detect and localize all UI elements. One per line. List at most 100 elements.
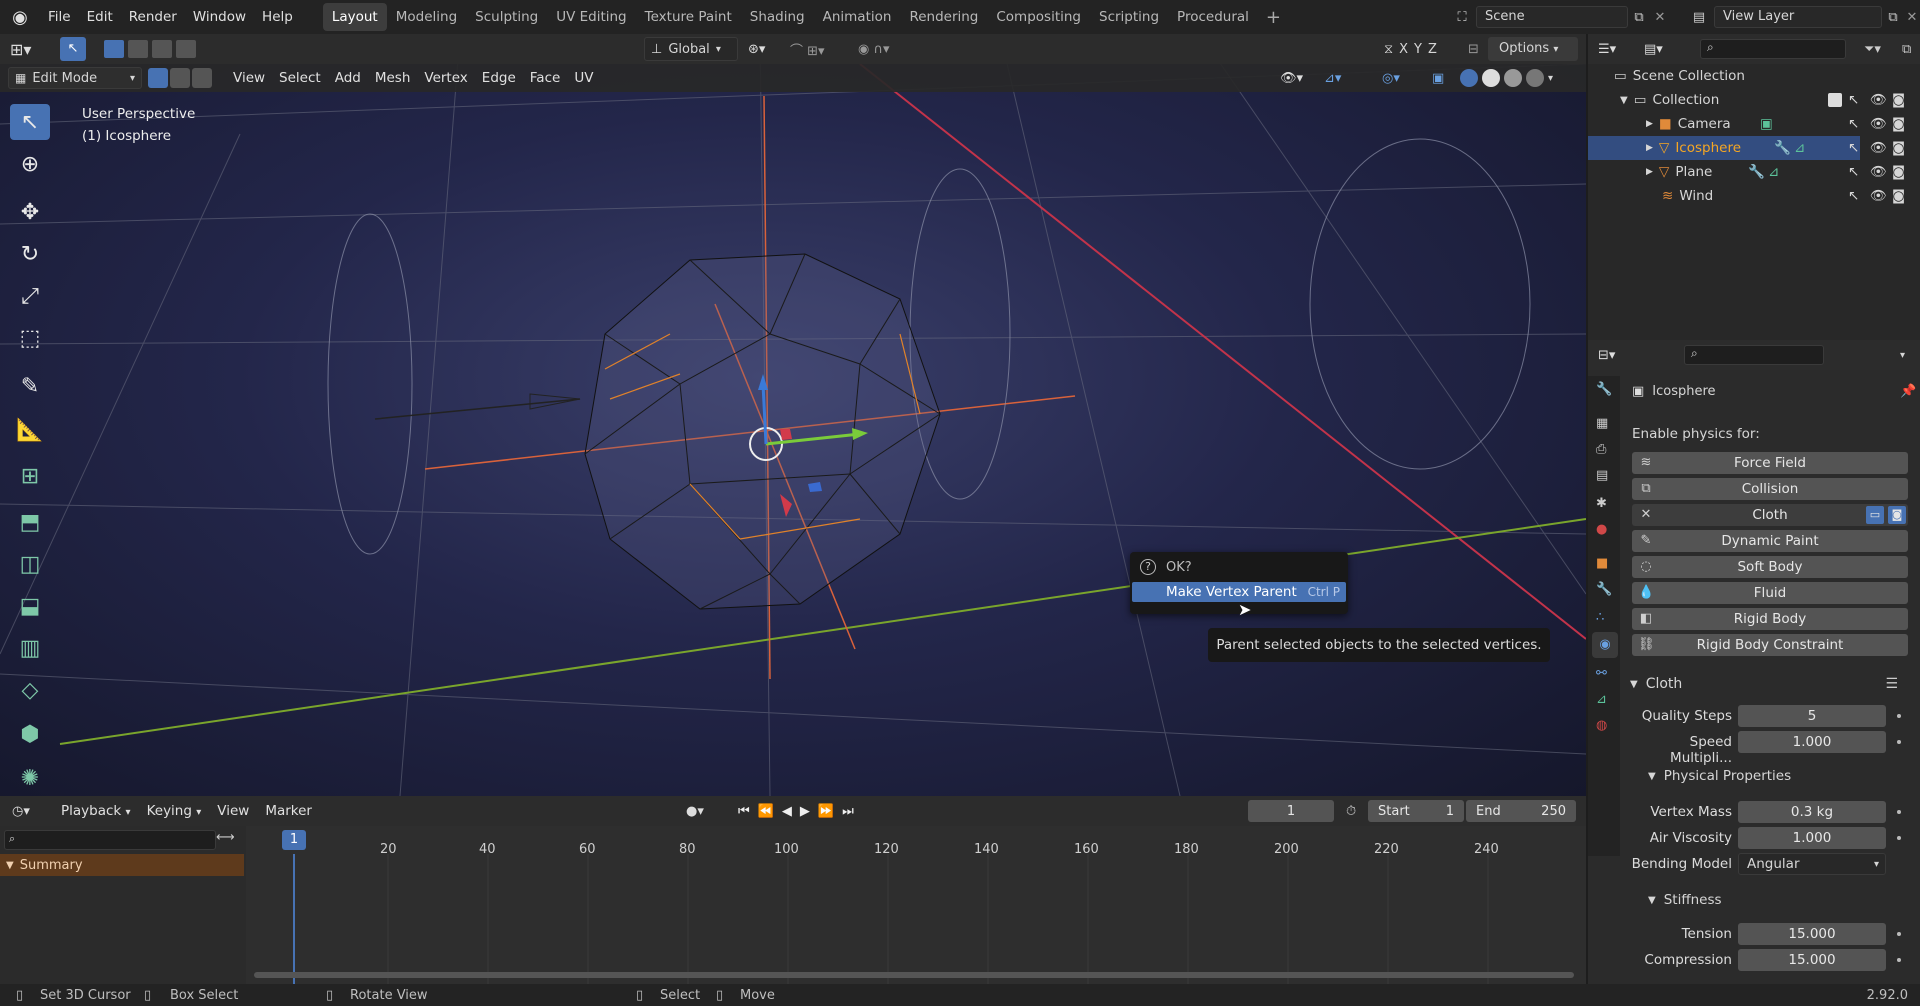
tab-compositing[interactable]: Compositing: [987, 3, 1090, 31]
physical-properties-header[interactable]: ▼ Physical Properties: [1648, 768, 1791, 784]
fluid-button[interactable]: 💧 Fluid: [1632, 582, 1908, 604]
jump-end-icon[interactable]: ⏭: [842, 804, 854, 819]
tab-modeling[interactable]: Modeling: [387, 3, 466, 31]
view-layer-tab-icon[interactable]: ▤: [1596, 468, 1608, 483]
selectable-icon[interactable]: ↖: [1848, 164, 1859, 180]
mode-dropdown[interactable]: ▦ Edit Mode ▾: [8, 67, 142, 89]
outliner-item-wind[interactable]: ≋ Wind ↖ 👁 ◙: [1588, 184, 1905, 208]
menu-timeline-view[interactable]: View: [210, 800, 256, 822]
edge-select-icon[interactable]: [170, 68, 190, 88]
selectable-icon[interactable]: ↖: [1848, 116, 1859, 132]
vertex-mass-field[interactable]: 0.3 kg: [1738, 801, 1886, 823]
play-reverse-icon[interactable]: ◀: [782, 804, 792, 819]
select-tool-icon[interactable]: ↖: [60, 37, 86, 61]
eye-icon[interactable]: 👁: [1870, 188, 1887, 204]
visibility-icon[interactable]: 👁▾: [1280, 71, 1303, 86]
menu-marker[interactable]: Marker: [258, 800, 319, 822]
orientation-dropdown[interactable]: ⊥ Global ▾: [644, 37, 738, 61]
scene-tab-icon[interactable]: ✱: [1596, 496, 1607, 511]
menu-mesh[interactable]: Mesh: [368, 67, 418, 89]
delete-view-layer-icon[interactable]: ✕: [1904, 10, 1920, 25]
data-tab-icon[interactable]: ⊿: [1596, 692, 1607, 707]
dynamic-paint-button[interactable]: ✎ Dynamic Paint: [1632, 530, 1908, 552]
tab-rendering[interactable]: Rendering: [900, 3, 987, 31]
scene-selector[interactable]: ⛶ Scene ⧉ ✕: [1448, 5, 1670, 29]
current-frame-field[interactable]: 1: [1248, 800, 1334, 822]
keyframe-dot[interactable]: [1897, 932, 1901, 936]
remove-icon[interactable]: ✕: [1638, 507, 1654, 523]
menu-render[interactable]: Render: [121, 0, 185, 34]
selection-mode-icons[interactable]: [104, 40, 196, 58]
outliner-item-icosphere[interactable]: ▶ ▽ Icosphere 🔧 ⊿ ↖ 👁 ◙: [1588, 136, 1905, 160]
extrude-icon[interactable]: ⬒: [10, 504, 50, 540]
tab-procedural[interactable]: Procedural: [1168, 3, 1258, 31]
proportional-edit-icon[interactable]: ◉ ∩▾: [858, 42, 890, 57]
render-tab-icon[interactable]: ▦: [1596, 416, 1608, 431]
object-tab-icon[interactable]: ■: [1596, 556, 1608, 571]
jump-start-icon[interactable]: ⏮: [738, 804, 750, 819]
inset-icon[interactable]: ◫: [10, 546, 50, 582]
knife-icon[interactable]: ◇: [10, 672, 50, 708]
blender-logo-icon[interactable]: ◉: [0, 7, 40, 28]
select-box-icon[interactable]: ↖: [10, 104, 50, 140]
scale-icon[interactable]: ⤢: [10, 278, 50, 314]
outliner-item-plane[interactable]: ▶ ▽ Plane 🔧 ⊿ ↖ 👁 ◙: [1588, 160, 1905, 184]
tension-field[interactable]: 15.000: [1738, 923, 1886, 945]
annotate-icon[interactable]: ✎: [10, 368, 50, 404]
soft-body-button[interactable]: ◌ Soft Body: [1632, 556, 1908, 578]
add-workspace-icon[interactable]: +: [1258, 7, 1289, 28]
cloth-button[interactable]: ✕ Cloth ▭ ◙: [1632, 504, 1908, 526]
channel-search-input[interactable]: ⌕: [4, 830, 216, 850]
spin-icon[interactable]: ✺: [10, 760, 50, 796]
menu-add[interactable]: Add: [328, 67, 368, 89]
auto-merge-icon[interactable]: ⊟: [1468, 42, 1479, 57]
axis-z-toggle[interactable]: Z: [1428, 42, 1437, 57]
camera-render-icon[interactable]: ◙: [1892, 164, 1905, 180]
delete-scene-icon[interactable]: ✕: [1650, 10, 1670, 25]
filter-icon[interactable]: ⏷▾: [1864, 42, 1881, 57]
xray-icon[interactable]: ▣: [1432, 71, 1444, 86]
quality-steps-field[interactable]: 5: [1738, 705, 1886, 727]
tab-scripting[interactable]: Scripting: [1090, 3, 1168, 31]
keyframe-dot[interactable]: [1897, 958, 1901, 962]
constraints-tab-icon[interactable]: ⚯: [1596, 666, 1607, 681]
start-frame-field[interactable]: Start 1: [1368, 800, 1464, 822]
play-icon[interactable]: ▶: [800, 804, 810, 819]
timeline-editor-icon[interactable]: ◷▾: [12, 804, 30, 819]
outliner-item-camera[interactable]: ▶ ■ Camera ▣ ↖ 👁 ◙: [1588, 112, 1905, 136]
poly-build-icon[interactable]: ⬢: [10, 716, 50, 752]
list-icon[interactable]: ☰: [1885, 676, 1910, 692]
tab-texture-paint[interactable]: Texture Paint: [636, 3, 741, 31]
cursor-icon[interactable]: ⊕: [10, 146, 50, 182]
gizmo-icon[interactable]: ⊿▾: [1324, 71, 1341, 86]
end-frame-field[interactable]: End 250: [1466, 800, 1576, 822]
air-viscosity-field[interactable]: 1.000: [1738, 827, 1886, 849]
eye-icon[interactable]: 👁: [1870, 164, 1887, 180]
new-view-layer-icon[interactable]: ⧉: [1882, 10, 1904, 25]
menu-playback[interactable]: Playback ▾: [54, 800, 138, 822]
render-shading-icon[interactable]: [1526, 69, 1544, 87]
keyframe-dot[interactable]: [1897, 740, 1901, 744]
selectable-icon[interactable]: ↖: [1848, 140, 1859, 156]
menu-window[interactable]: Window: [185, 0, 254, 34]
eye-icon[interactable]: 👁: [1870, 92, 1887, 108]
prev-keyframe-icon[interactable]: ⏪: [758, 804, 774, 819]
menu-edge[interactable]: Edge: [475, 67, 523, 89]
solid-shading-icon[interactable]: [1482, 69, 1500, 87]
view-layer-name[interactable]: View Layer: [1714, 6, 1882, 28]
menu-file[interactable]: File: [40, 0, 79, 34]
wireframe-shading-icon[interactable]: [1460, 69, 1478, 87]
move-icon[interactable]: ✥: [10, 194, 50, 230]
tool-tab-icon[interactable]: 🔧: [1596, 382, 1612, 397]
force-field-button[interactable]: ≋ Force Field: [1632, 452, 1908, 474]
bevel-icon[interactable]: ⬓: [10, 588, 50, 624]
transform-icon[interactable]: ⬚: [10, 320, 50, 356]
pivot-icon[interactable]: ⊛▾: [748, 42, 765, 57]
axis-x-toggle[interactable]: X: [1399, 42, 1408, 57]
menu-vertex[interactable]: Vertex: [417, 67, 474, 89]
rigid-body-button[interactable]: ◧ Rigid Body: [1632, 608, 1908, 630]
world-tab-icon[interactable]: ●: [1596, 522, 1607, 537]
eye-icon[interactable]: 👁: [1870, 140, 1887, 156]
camera-render-icon[interactable]: ◙: [1892, 140, 1905, 156]
outliner-search-input[interactable]: ⌕: [1700, 39, 1846, 59]
